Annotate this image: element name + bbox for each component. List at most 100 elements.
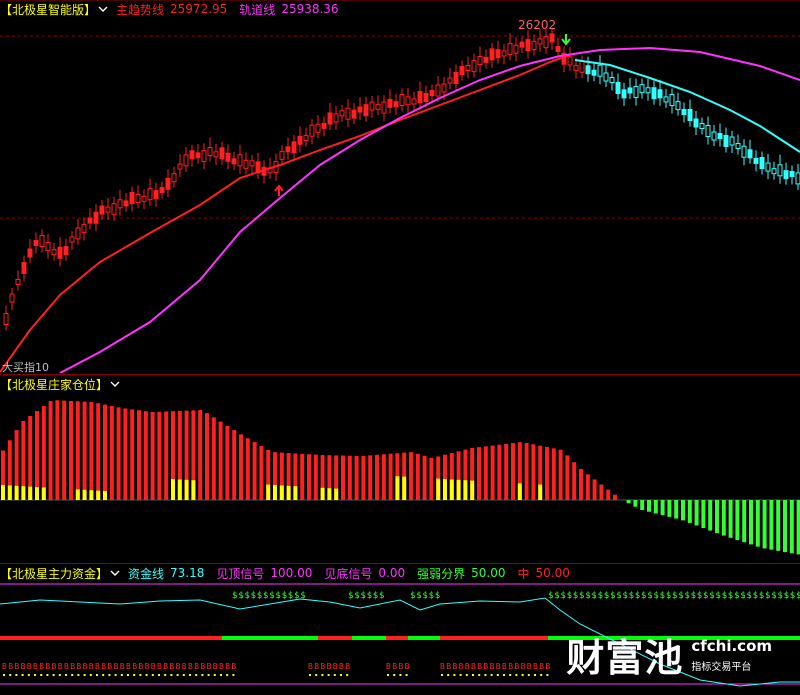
position-bar <box>137 410 141 500</box>
top-signal-marker: $ <box>641 591 646 601</box>
candle-body <box>676 102 680 110</box>
position-bar <box>103 405 107 500</box>
bottom-signal-marker: B <box>440 662 445 671</box>
candle-body <box>640 85 644 93</box>
orbit-line <box>60 48 800 373</box>
position-bar-highlight <box>191 480 195 500</box>
top-signal-marker: $ <box>348 591 353 601</box>
candle-body <box>100 206 104 214</box>
bottom-signal-dot <box>334 674 336 676</box>
bottom-signal-marker: B <box>126 662 131 671</box>
up-arrow-icon <box>275 186 283 196</box>
bottom-signal-dot <box>59 674 61 676</box>
price-panel[interactable]: 【北极星智能版】 主趋势线 25972.95 轨道线 25938.36 2620… <box>0 0 800 373</box>
position-bar <box>314 455 318 500</box>
top-signal-marker: $ <box>379 591 384 601</box>
candle-body <box>340 111 344 116</box>
position-bar <box>368 455 372 500</box>
position-bar <box>55 400 59 500</box>
bottom-signal-marker: B <box>327 662 332 671</box>
chevron-down-icon[interactable] <box>110 568 120 578</box>
bottom-signal-dot <box>491 674 493 676</box>
down-arrow-icon <box>562 34 570 44</box>
position-bar-highlight <box>538 485 542 500</box>
top-signal-marker: $ <box>635 591 640 601</box>
candle-body <box>142 196 146 201</box>
top-signal-marker: $ <box>796 591 800 601</box>
position-bar-negative <box>749 500 753 544</box>
watermark-url[interactable]: cfchi.com <box>691 637 772 655</box>
chevron-down-icon[interactable] <box>110 379 120 389</box>
candle-body <box>526 40 530 51</box>
position-bar-negative <box>647 500 651 512</box>
position-bar <box>151 412 155 500</box>
candle-body <box>34 241 38 246</box>
position-bar-negative <box>627 500 631 503</box>
bottom-signal-dot <box>328 674 330 676</box>
top-signal-marker: $ <box>709 591 714 601</box>
bottom-signal-dot <box>121 674 123 676</box>
position-bar <box>246 438 250 500</box>
position-bar <box>497 445 501 500</box>
position-panel[interactable]: 【北极星庄家仓位】 <box>0 374 800 563</box>
bottom-signal-dot <box>453 674 455 676</box>
position-histogram[interactable] <box>0 375 800 563</box>
bottom-signal-dot <box>46 674 48 676</box>
candle-body <box>286 147 290 152</box>
position-bar-highlight <box>463 480 467 500</box>
candle-body <box>490 49 494 60</box>
position-bar <box>42 406 46 500</box>
candle-body <box>400 95 404 106</box>
top-signal-marker: $ <box>616 591 621 601</box>
candle-body <box>112 204 116 215</box>
candle-body <box>472 61 476 72</box>
indicator-title[interactable]: 【北极星主力资金】 <box>0 565 108 582</box>
position-bar <box>212 417 216 500</box>
orbit-value: 25938.36 <box>281 2 338 16</box>
bottom-signal-dot <box>102 674 104 676</box>
fund-panel-header: 【北极星主力资金】 资金线 73.18 见顶信号 100.00 见底信号 0.0… <box>0 564 582 582</box>
top-signal-marker: $ <box>790 591 795 601</box>
candle-body <box>646 88 650 93</box>
candle-body <box>328 113 332 124</box>
bottom-signal-marker: B <box>508 662 513 671</box>
bottom-signal-dot <box>77 674 79 676</box>
position-bar-negative <box>695 500 699 525</box>
main-trend-line <box>0 55 570 372</box>
candle-body <box>592 70 596 75</box>
bottom-signal-marker: B <box>539 662 544 671</box>
indicator-title[interactable]: 【北极星庄家仓位】 <box>0 376 108 393</box>
bottom-signal-marker: B <box>521 662 526 671</box>
position-bar <box>599 485 603 500</box>
position-bar-highlight <box>334 489 338 500</box>
position-bar <box>62 401 66 500</box>
watermark-logo: 财富池 <box>566 627 683 682</box>
fund-line-value: 73.18 <box>170 566 204 580</box>
top-signal-marker: $ <box>244 591 249 601</box>
position-bar-negative <box>783 500 787 552</box>
main-trend-label: 主趋势线 <box>116 1 164 18</box>
position-panel-header: 【北极星庄家仓位】 <box>0 375 128 393</box>
position-bar-highlight <box>83 490 87 500</box>
top-signal-marker: $ <box>429 591 434 601</box>
top-signal-marker: $ <box>585 591 590 601</box>
position-bar-negative <box>790 500 794 553</box>
bottom-signal-dot <box>534 674 536 676</box>
position-bar-highlight <box>266 485 270 500</box>
bottom-signal-dot <box>447 674 449 676</box>
position-bar-negative <box>756 500 760 547</box>
middle-value: 50.00 <box>536 566 570 580</box>
position-bar <box>572 462 576 500</box>
candle-body <box>214 152 218 157</box>
top-signal-marker: $ <box>753 591 758 601</box>
position-bar <box>157 412 161 500</box>
top-signal-marker: $ <box>548 591 553 601</box>
price-chart[interactable] <box>0 0 800 373</box>
position-bar <box>552 448 556 500</box>
chevron-down-icon[interactable] <box>98 4 108 14</box>
peak-price-label: 26202 <box>518 18 556 32</box>
bottom-signal-dot <box>40 674 42 676</box>
indicator-title[interactable]: 【北极星智能版】 <box>0 1 96 18</box>
position-bar-highlight <box>287 486 291 500</box>
candle-body <box>784 171 788 179</box>
